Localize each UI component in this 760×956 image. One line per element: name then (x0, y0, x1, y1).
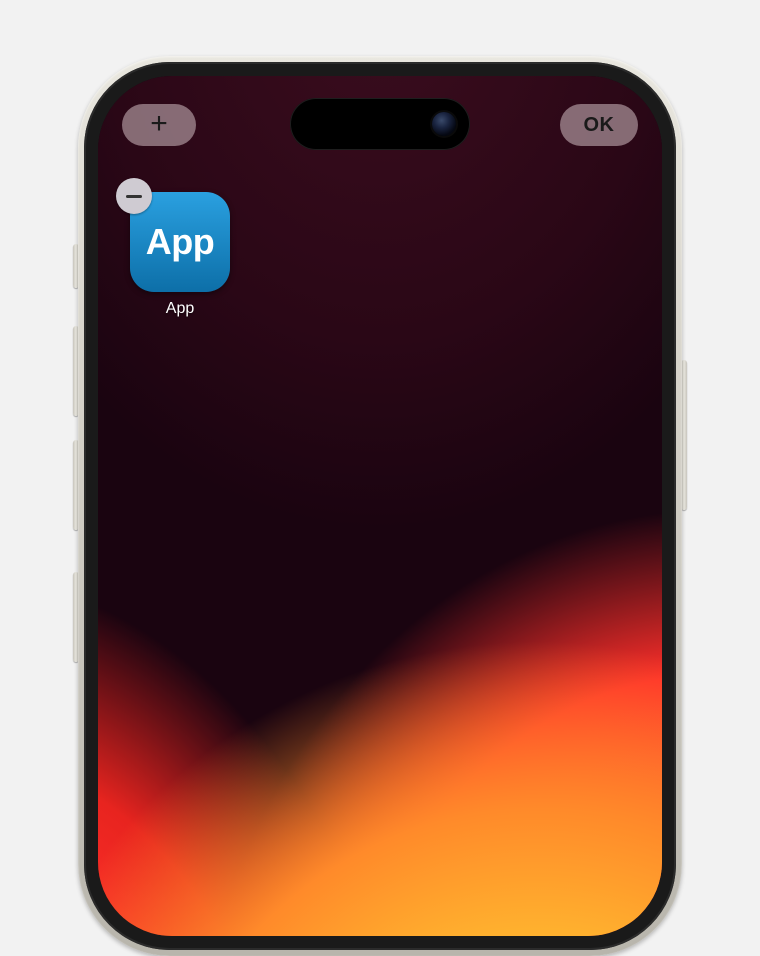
phone-bezel: + OK App App (84, 62, 676, 950)
app-label: App (128, 300, 232, 318)
remove-app-button[interactable] (116, 178, 152, 214)
dynamic-island (290, 98, 470, 150)
app-icon[interactable]: App (130, 192, 230, 292)
done-button-label: OK (584, 114, 615, 137)
front-camera-icon (432, 112, 456, 136)
app-icon-text: App (146, 221, 214, 263)
done-button[interactable]: OK (560, 104, 638, 146)
phone-frame: + OK App App (78, 56, 682, 956)
minus-icon (126, 195, 142, 198)
add-widget-button[interactable]: + (122, 104, 196, 146)
plus-icon: + (150, 109, 168, 139)
phone-screen: + OK App App (98, 76, 662, 936)
app-slot: App App (128, 192, 232, 318)
